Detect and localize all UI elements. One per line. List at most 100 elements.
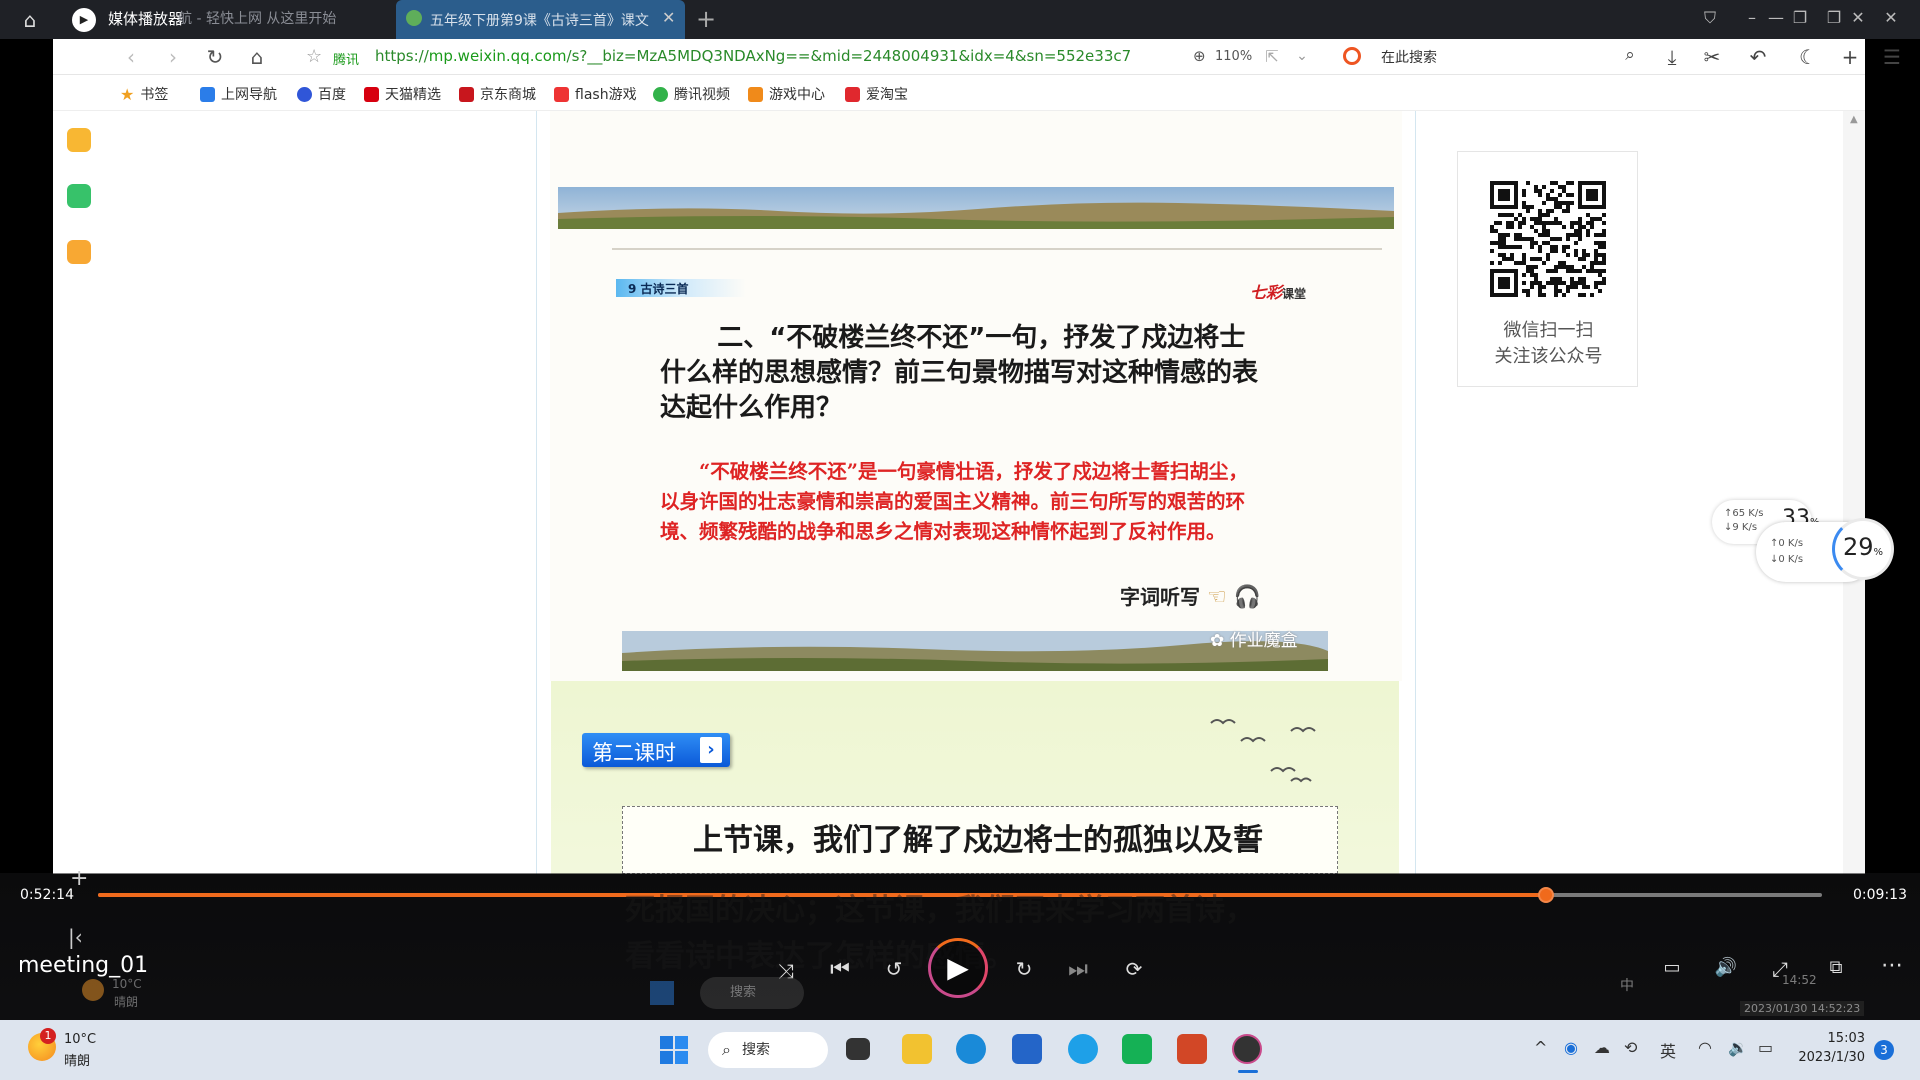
share-icon[interactable]: ⇱ <box>1259 47 1285 66</box>
search-side-icon[interactable] <box>67 240 91 264</box>
address-bar[interactable]: https://mp.weixin.qq.com/s?__biz=MzA5MDQ… <box>375 47 1225 65</box>
notification-badge[interactable]: 3 <box>1874 1040 1894 1060</box>
home-icon[interactable]: ⌂ <box>18 8 42 32</box>
article-image-question: 9 古诗三首 七彩课堂 二、“不破楼兰终不还”一句，抒发了戍边将士什么样的思想感… <box>550 111 1402 681</box>
app-tray-icon[interactable]: ◉ <box>1564 1038 1578 1057</box>
bookmark-item[interactable]: 百度 <box>297 84 346 104</box>
store-icon[interactable] <box>1012 1034 1042 1064</box>
wifi-icon[interactable]: ◠ <box>1698 1038 1712 1057</box>
more-options-icon[interactable]: ⋯ <box>1876 953 1908 978</box>
media-player-taskbar-icon[interactable] <box>1232 1034 1262 1064</box>
wechat-side-icon[interactable] <box>67 184 91 208</box>
browser-restore-icon[interactable]: ❐ <box>1788 8 1812 27</box>
browser-tab-label: 五年级下册第9课《古诗三首》课文 <box>430 13 649 29</box>
volume-icon[interactable]: 🔊 <box>1710 957 1742 978</box>
chevron-down-icon[interactable]: ⌄ <box>1289 48 1315 64</box>
browser-toolbar: ‹ › ↻ ⌂ ☆ 腾讯 https://mp.weixin.qq.com/s?… <box>53 39 1901 75</box>
powerpoint-icon[interactable] <box>1177 1034 1207 1064</box>
task-view-icon[interactable] <box>846 1038 870 1060</box>
previous-track-icon[interactable]: ⏮ <box>824 957 856 982</box>
bookmark-item[interactable]: 爱淘宝 <box>845 84 908 104</box>
collapse-panel-icon[interactable]: |‹ <box>68 925 83 949</box>
bookmark-item[interactable]: 游戏中心 <box>748 84 825 104</box>
page-scrollbar[interactable] <box>1843 111 1865 874</box>
mini-player-icon[interactable]: ⧉ <box>1820 957 1852 978</box>
subtitles-icon[interactable]: ▭ <box>1656 957 1688 978</box>
taskbar-search-box[interactable]: ⌕ 搜索 <box>708 1032 828 1068</box>
weather-alert-badge: 1 <box>40 1028 56 1044</box>
baidu-icon <box>297 86 312 102</box>
system-taskbar: 1 10°C 晴朗 ⌕ 搜索 ^ ◉ ☁ ⟲ 英 ◠ 🔉 ▭ 15:03 202… <box>0 1020 1920 1080</box>
video-weather-icon <box>82 979 104 1001</box>
play-button[interactable]: ▶ <box>928 938 988 998</box>
favorite-star-icon[interactable]: ☆ <box>306 46 322 67</box>
chevron-right-icon: › <box>700 737 722 763</box>
browser-tab-background[interactable]: 航 - 轻快上网 从这里开始 <box>178 9 336 29</box>
browser-tab-active[interactable]: 五年级下册第9课《古诗三首》课文 ✕ <box>396 0 685 39</box>
favorites-side-icon[interactable] <box>67 128 91 152</box>
reload-icon[interactable]: ↻ <box>203 46 227 68</box>
bookmark-item[interactable]: 腾讯视频 <box>653 84 730 104</box>
forward-icon[interactable]: › <box>161 46 185 68</box>
back-icon[interactable]: ‹ <box>119 46 143 68</box>
onedrive-icon[interactable]: ☁ <box>1594 1038 1610 1057</box>
headphones-icon: 🎧 <box>1233 585 1262 610</box>
player-restore-icon[interactable]: ❐ <box>1822 8 1846 27</box>
elapsed-time: 0:52:14 <box>20 887 74 903</box>
ime-language-label[interactable]: 英 <box>1660 1038 1676 1062</box>
speaker-icon[interactable]: 🔉 <box>1728 1038 1748 1057</box>
undo-icon[interactable]: ↶ <box>1745 45 1771 69</box>
bookmark-item[interactable]: 上网导航 <box>200 84 277 104</box>
sync-icon[interactable]: ⟲ <box>1624 1038 1637 1057</box>
jd-icon <box>459 86 474 102</box>
player-close-icon[interactable]: ✕ <box>1879 8 1903 27</box>
bookmark-item[interactable]: 京东商城 <box>459 84 536 104</box>
qr-code <box>1490 181 1606 297</box>
browser-minimize-icon[interactable]: – <box>1740 8 1764 27</box>
green-app-icon[interactable] <box>1122 1034 1152 1064</box>
clock-time[interactable]: 15:03 <box>1793 1031 1865 1046</box>
ie-browser-icon[interactable] <box>1068 1034 1098 1064</box>
edge-icon[interactable] <box>956 1034 986 1064</box>
rewind-10-icon[interactable]: ↺ <box>878 957 910 981</box>
scissors-icon[interactable]: ✂ <box>1699 45 1725 69</box>
shirt-skin-icon[interactable]: ⛉ <box>1698 8 1722 28</box>
windows-start-icon[interactable] <box>660 1036 688 1064</box>
hand-icon: ☜ <box>1206 585 1227 610</box>
remaining-time: 0:09:13 <box>1853 887 1907 903</box>
bookmark-item[interactable]: flash游戏 <box>554 84 637 104</box>
qr-card: 微信扫一扫 关注该公众号 <box>1457 151 1638 387</box>
home-page-icon[interactable]: ⌂ <box>245 46 269 68</box>
forward-30-icon[interactable]: ↻ <box>1008 957 1040 981</box>
next-track-icon[interactable]: ⏭ <box>1062 957 1094 982</box>
download-icon[interactable]: ⤓ <box>1659 45 1685 69</box>
clock-date[interactable]: 2023/1/30 <box>1793 1050 1865 1065</box>
close-tab-icon[interactable]: ✕ <box>662 8 675 27</box>
bookmark-item[interactable]: 天猫精选 <box>364 84 441 104</box>
menu-icon[interactable]: ☰ <box>1879 45 1905 69</box>
dictation-text: 字词听写 <box>1120 585 1200 609</box>
weather-description: 晴朗 <box>64 1054 91 1069</box>
file-explorer-icon[interactable] <box>902 1034 932 1064</box>
repeat-off-icon[interactable]: ⟳ <box>1118 957 1150 981</box>
night-mode-icon[interactable]: ☾ <box>1795 45 1821 69</box>
bookmark-item[interactable]: ★ 书签 <box>120 84 168 104</box>
search-input[interactable]: 在此搜索 <box>1381 47 1437 67</box>
new-tab-icon[interactable]: + <box>696 5 716 33</box>
seek-handle[interactable] <box>1538 887 1555 903</box>
add-icon[interactable]: + <box>1837 45 1863 69</box>
brand-sub: 课堂 <box>1282 287 1307 301</box>
browser-minimize-button[interactable]: — <box>1764 8 1788 27</box>
publisher-logo: 七彩课堂 <box>1250 279 1306 303</box>
qr-caption-line2: 关注该公众号 <box>1494 346 1603 367</box>
zoom-level[interactable]: 110% <box>1215 49 1252 64</box>
ie-icon <box>200 86 215 102</box>
network-speed-widget[interactable]: ↑65 K/s ↓9 K/s 33% ↑0 K/s ↓0 K/s 29% <box>1712 500 1894 582</box>
wechat-tab-icon <box>406 10 422 26</box>
search-engine-icon[interactable] <box>1343 47 1361 65</box>
search-icon[interactable]: ⌕ <box>1617 45 1643 65</box>
browser-close-icon[interactable]: ✕ <box>1846 8 1870 27</box>
scroll-up-arrow-icon[interactable]: ▲ <box>1850 114 1858 125</box>
battery-icon[interactable]: ▭ <box>1758 1038 1773 1057</box>
chevron-up-icon[interactable]: ^ <box>1534 1038 1547 1057</box>
